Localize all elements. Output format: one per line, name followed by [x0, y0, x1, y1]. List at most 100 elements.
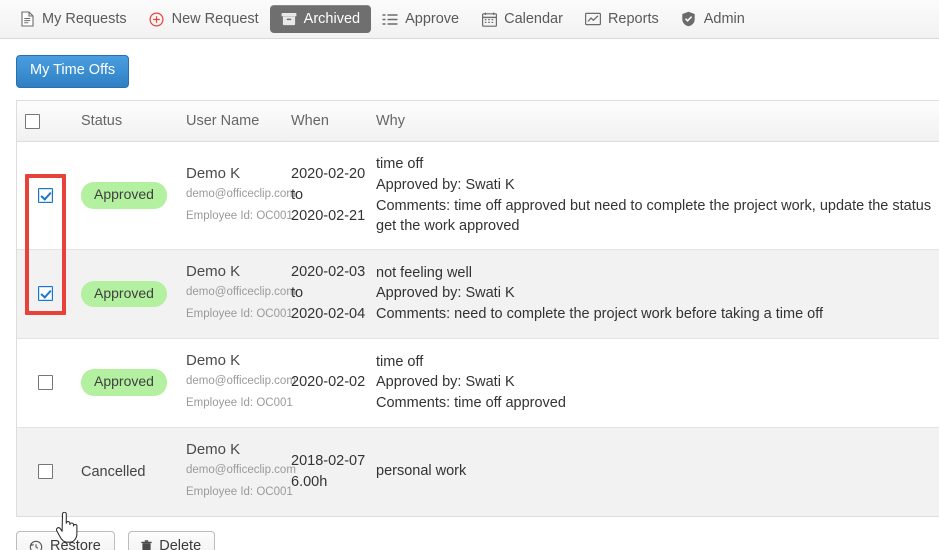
why-line: time off — [376, 156, 424, 173]
nav-item-calendar[interactable]: Calendar — [470, 5, 574, 33]
document-icon — [19, 11, 35, 27]
employee-id: Employee Id: OC001 — [186, 307, 293, 320]
main-navigation: My Requests New Request Archived Approve… — [0, 0, 939, 39]
user-email: demo@officeclip.com — [186, 187, 296, 200]
employee-id: Employee Id: OC001 — [186, 209, 293, 222]
table-header: Status User Name When Why — [17, 100, 939, 143]
user-name: Demo K — [186, 351, 241, 369]
when-line: 6.00h — [291, 473, 328, 490]
nav-item-label: Calendar — [504, 11, 563, 27]
my-time-offs-button[interactable]: My Time Offs — [16, 55, 130, 88]
restore-label: Restore — [50, 537, 101, 550]
when-line: to — [291, 285, 304, 302]
user-name: Demo K — [186, 262, 241, 280]
user-cell: Demo K demo@officeclip.com Employee Id: OC… — [178, 142, 296, 249]
delete-button[interactable]: Delete — [128, 530, 216, 550]
user-name: Demo K — [186, 164, 241, 182]
why-line: Approved by: Swati K — [376, 374, 515, 391]
row-checkbox[interactable] — [37, 464, 53, 480]
user-email: demo@officeclip.com — [186, 374, 296, 387]
status-badge: Cancelled — [81, 463, 146, 480]
when-line: 2020-02-20 — [291, 166, 366, 183]
archived-requests-table: Status User Name When Why Approved Demo K… — [16, 99, 939, 517]
action-toolbar: Restore Delete — [0, 517, 939, 550]
user-cell: Demo K demo@officeclip.com Employee Id: OC… — [178, 248, 296, 339]
when-line: 2018-02-07 — [291, 452, 366, 469]
table-row[interactable]: Approved Demo K demo@officeclip.com Employe… — [17, 142, 939, 249]
trash-icon — [141, 539, 152, 550]
status-cell: Approved — [73, 142, 178, 249]
shield-check-icon — [681, 11, 697, 27]
why-line: Approved by: Swati K — [376, 177, 515, 194]
header-user-name[interactable]: User Name — [178, 100, 283, 143]
nav-item-new-request[interactable]: New Request — [138, 5, 270, 33]
nav-item-archived[interactable]: Archived — [269, 5, 372, 33]
table-row[interactable]: Approved Demo K demo@officeclip.com Employe… — [17, 337, 939, 428]
nav-item-label: New Request — [171, 11, 259, 27]
nav-item-approve[interactable]: Approve — [371, 5, 470, 33]
why-line: get the work approved — [376, 218, 520, 235]
when-line: 2020-02-03 — [291, 264, 366, 281]
why-cell: personal work — [368, 426, 939, 516]
nav-item-label: My Requests — [42, 11, 127, 27]
nav-item-my-requests[interactable]: My Requests — [8, 5, 138, 33]
status-badge: Approved — [81, 369, 167, 396]
why-line: time off — [376, 353, 424, 370]
status-cell: Cancelled — [73, 426, 178, 516]
restore-icon — [29, 540, 43, 550]
status-cell: Approved — [73, 337, 178, 428]
row-select-cell — [17, 142, 73, 249]
nav-item-label: Approve — [405, 11, 460, 27]
table-row[interactable]: Approved Demo K demo@officeclip.com Employe… — [17, 248, 939, 339]
when-cell: 2020-02-03 to 2020-02-04 — [283, 248, 368, 339]
nav-item-label: Admin — [703, 11, 745, 27]
why-cell: time off Approved by: Swati K Comments: ti… — [368, 337, 939, 428]
archive-box-icon — [281, 11, 297, 27]
user-cell: Demo K demo@officeclip.com Employee Id: OC… — [178, 426, 296, 516]
when-line: to — [291, 187, 304, 204]
status-badge: Approved — [81, 280, 167, 307]
header-status[interactable]: Status — [73, 100, 178, 143]
row-select-cell — [17, 248, 73, 339]
restore-button[interactable]: Restore — [16, 530, 115, 550]
user-cell: Demo K demo@officeclip.com Employee Id: OC… — [178, 337, 296, 428]
status-cell: Approved — [73, 248, 178, 339]
when-line: 2020-02-02 — [291, 374, 366, 391]
chart-icon — [584, 11, 601, 27]
employee-id: Employee Id: OC001 — [186, 396, 293, 409]
header-when[interactable]: When — [283, 100, 368, 143]
why-line: Comments: time off approved — [376, 394, 566, 411]
when-line: 2020-02-21 — [291, 208, 366, 225]
select-all-header — [17, 100, 73, 143]
row-checkbox[interactable] — [37, 286, 53, 302]
why-line: not feeling well — [376, 264, 472, 281]
nav-item-admin[interactable]: Admin — [670, 5, 756, 33]
nav-item-reports[interactable]: Reports — [574, 5, 670, 33]
row-checkbox[interactable] — [37, 188, 53, 204]
user-email: demo@officeclip.com — [186, 286, 296, 298]
select-all-checkbox[interactable] — [25, 113, 40, 129]
when-line: 2020-02-04 — [291, 306, 366, 323]
header-why[interactable]: Why — [368, 100, 939, 143]
table-row[interactable]: Cancelled Demo K demo@officeclip.com Employ… — [17, 426, 939, 516]
when-cell: 2020-02-20 to 2020-02-21 — [283, 142, 368, 249]
app-window: My Requests New Request Archived Approve… — [0, 0, 939, 550]
why-line: Comments: time off approved but need to … — [376, 197, 932, 214]
when-cell: 2020-02-02 — [283, 337, 368, 428]
why-line: Comments: need to complete the project w… — [376, 306, 824, 322]
list-icon — [382, 11, 398, 27]
why-cell: not feeling well Approved by: Swati K Comm… — [368, 248, 939, 339]
filter-toolbar: My Time Offs — [0, 39, 939, 100]
content-area: My Time Offs Status User Name When Why A… — [0, 39, 939, 550]
nav-item-label: Reports — [607, 11, 659, 27]
why-line: Approved by: Swati K — [376, 285, 515, 302]
row-checkbox[interactable] — [37, 375, 53, 391]
delete-label: Delete — [159, 537, 202, 550]
status-badge: Approved — [81, 182, 167, 209]
why-line: personal work — [376, 463, 467, 480]
user-email: demo@officeclip.com — [186, 463, 296, 476]
row-select-cell — [17, 426, 73, 516]
nav-item-label: Archived — [303, 11, 361, 27]
when-cell: 2018-02-07 6.00h — [283, 426, 368, 516]
row-select-cell — [17, 337, 73, 428]
